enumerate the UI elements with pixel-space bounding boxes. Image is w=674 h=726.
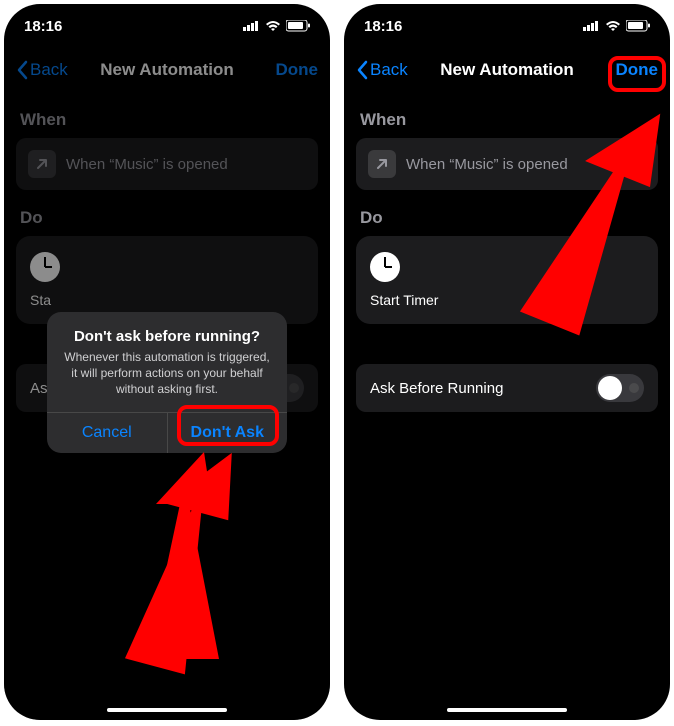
- battery-icon: [286, 17, 310, 35]
- chevron-left-icon: [356, 60, 368, 80]
- cancel-button[interactable]: Cancel: [47, 413, 167, 453]
- action-card[interactable]: Start Timer: [356, 236, 658, 324]
- phone-left: 18:16 Back New Automation Done When When…: [4, 4, 330, 720]
- done-button[interactable]: Done: [616, 60, 659, 80]
- toggle-off-indicator: [629, 383, 639, 393]
- status-time: 18:16: [364, 18, 402, 35]
- nav-bar: Back New Automation Done: [344, 48, 670, 92]
- alert-body: Don't ask before running? Whenever this …: [47, 312, 287, 412]
- back-button[interactable]: Back: [356, 60, 408, 80]
- open-app-icon: [368, 150, 396, 178]
- confirmation-alert: Don't ask before running? Whenever this …: [47, 312, 287, 453]
- status-time: 18:16: [24, 18, 62, 35]
- wifi-icon: [265, 17, 281, 35]
- section-when-label: When: [356, 110, 658, 130]
- home-indicator[interactable]: [107, 708, 227, 712]
- section-do-label: Do: [356, 208, 658, 228]
- when-condition-card[interactable]: When “Music” is opened: [356, 138, 658, 190]
- phone-right: 18:16 Back New Automation Done When When…: [344, 4, 670, 720]
- ask-before-running-toggle[interactable]: [596, 374, 644, 402]
- status-bar: 18:16: [4, 4, 330, 48]
- dont-ask-button[interactable]: Don't Ask: [167, 413, 288, 453]
- alert-buttons: Cancel Don't Ask: [47, 412, 287, 453]
- status-icons: [583, 17, 650, 35]
- alert-message: Whenever this automation is triggered, i…: [61, 349, 273, 398]
- battery-icon: [626, 17, 650, 35]
- content: When When “Music” is opened Do Start Tim…: [344, 110, 670, 412]
- cellular-icon: [583, 17, 600, 35]
- action-label: Start Timer: [370, 292, 644, 308]
- wifi-icon: [605, 17, 621, 35]
- clock-icon: [370, 252, 400, 282]
- ask-before-running-label: Ask Before Running: [370, 380, 503, 397]
- toggle-knob: [598, 376, 622, 400]
- home-indicator[interactable]: [447, 708, 567, 712]
- ask-before-running-row: Ask Before Running: [356, 364, 658, 412]
- when-condition-text: When “Music” is opened: [406, 156, 568, 173]
- alert-title: Don't ask before running?: [61, 328, 273, 345]
- status-bar: 18:16: [344, 4, 670, 48]
- back-label: Back: [370, 60, 408, 80]
- status-icons: [243, 17, 310, 35]
- cellular-icon: [243, 17, 260, 35]
